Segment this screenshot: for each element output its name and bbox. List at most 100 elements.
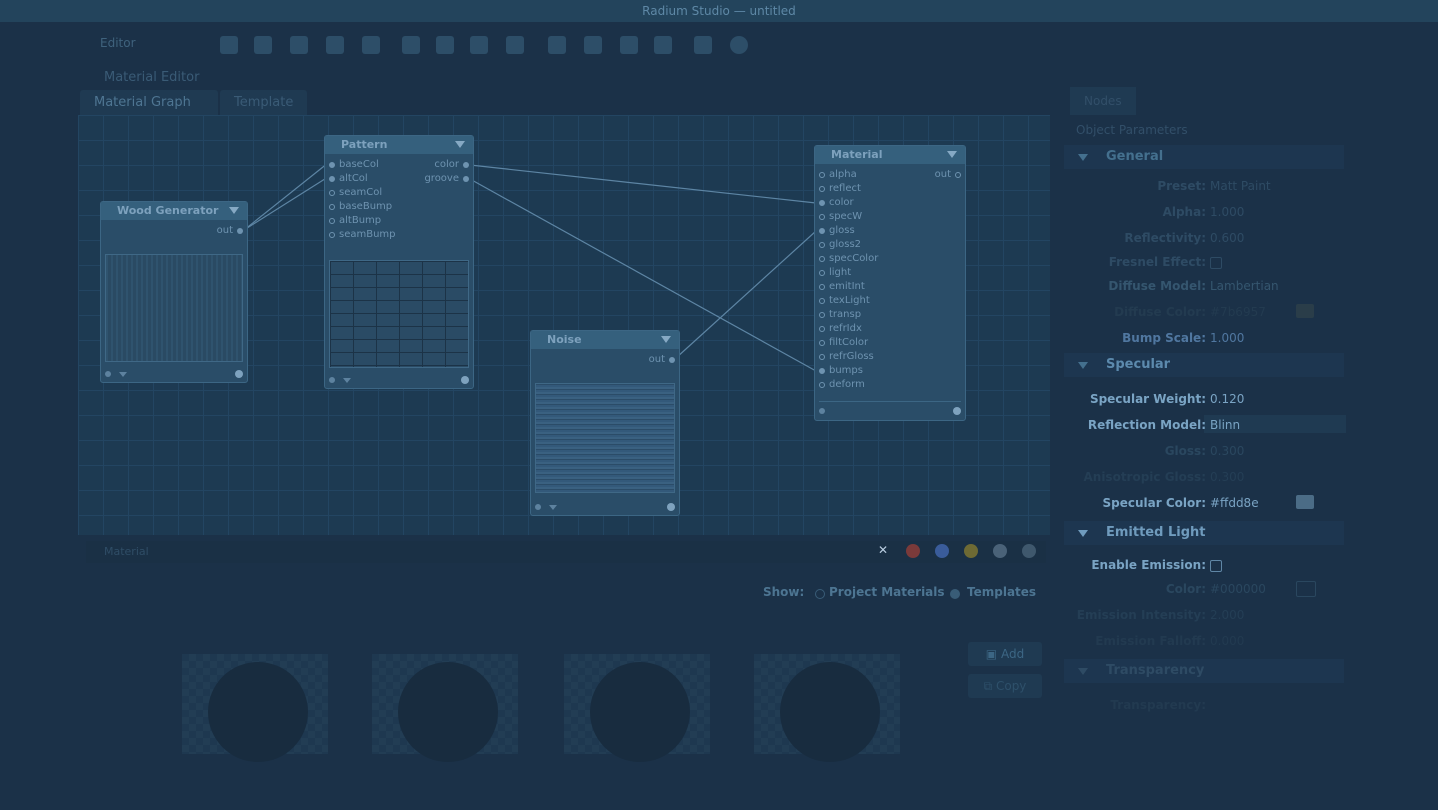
port-in[interactable]: alpha <box>815 168 915 182</box>
node-wood-generator[interactable]: Wood Generator out <box>100 201 248 383</box>
layout-icon[interactable] <box>584 36 602 54</box>
collapse-icon[interactable] <box>229 207 239 214</box>
tab-material-graph[interactable]: Material Graph <box>80 90 218 116</box>
port-in[interactable]: gloss <box>815 224 915 238</box>
material-sphere <box>780 662 880 762</box>
frame-icon[interactable] <box>654 36 672 54</box>
cube-icon[interactable] <box>402 36 420 54</box>
reflectivity-input[interactable]: 0.600 <box>1210 231 1244 245</box>
radio-templates[interactable] <box>950 589 960 599</box>
port-out[interactable]: out <box>101 224 247 238</box>
collapse-icon[interactable] <box>455 141 465 148</box>
section-transparency[interactable]: Transparency <box>1064 659 1344 683</box>
node-noise[interactable]: Noise out <box>530 330 680 516</box>
redo-icon[interactable] <box>254 36 272 54</box>
port-in[interactable]: seamBump <box>325 228 405 242</box>
bump-scale-input[interactable]: 1.000 <box>1210 331 1244 345</box>
undo-icon[interactable] <box>220 36 238 54</box>
add-button[interactable]: ▣ Add <box>968 642 1042 666</box>
emission-checkbox[interactable] <box>1210 560 1222 572</box>
node-title: Pattern <box>325 136 473 154</box>
collapse-icon[interactable] <box>947 151 957 158</box>
tab-nodes[interactable]: Nodes <box>1070 87 1136 115</box>
node-delete-icon[interactable] <box>326 36 344 54</box>
editor-mode-selector[interactable]: Editor <box>100 36 136 50</box>
gloss-input[interactable]: 0.300 <box>1210 444 1244 458</box>
material-search[interactable]: Material <box>86 541 1046 563</box>
close-icon[interactable]: ✕ <box>878 543 888 557</box>
globe-icon[interactable] <box>730 36 748 54</box>
port-in[interactable]: specColor <box>815 252 915 266</box>
node-pattern[interactable]: Pattern baseCol altCol seamCol baseBump … <box>324 135 474 389</box>
material-thumbnail[interactable] <box>182 654 328 762</box>
node-material[interactable]: Material out alpha reflect color specW g… <box>814 145 966 421</box>
port-in[interactable]: altBump <box>325 214 405 228</box>
node-add-icon[interactable] <box>290 36 308 54</box>
specular-color-input[interactable]: #ffdd8e <box>1210 496 1259 510</box>
row-emission-falloff: Emission Falloff: 0.000 <box>1095 634 1245 648</box>
option-project-materials[interactable]: Project Materials <box>829 585 945 599</box>
diffuse-color-swatch[interactable] <box>1296 304 1314 318</box>
specular-weight-input[interactable]: 0.120 <box>1210 392 1244 406</box>
port-in[interactable]: baseCol <box>325 158 405 172</box>
preset-select[interactable]: Matt Paint <box>1210 179 1271 193</box>
tab-template[interactable]: Template <box>220 90 308 116</box>
split-icon[interactable] <box>620 36 638 54</box>
color-swatch-gray-2[interactable] <box>1022 544 1036 558</box>
row-alpha: Alpha: 1.000 <box>1162 205 1245 219</box>
search-input[interactable]: Material <box>104 545 149 558</box>
port-out[interactable]: color <box>403 158 473 172</box>
fresnel-checkbox[interactable] <box>1210 257 1222 269</box>
material-thumbnail[interactable] <box>564 654 710 762</box>
color-swatch-red[interactable] <box>906 544 920 558</box>
emission-color-swatch[interactable] <box>1296 581 1316 597</box>
port-in[interactable]: filtColor <box>815 336 915 350</box>
port-out[interactable]: out <box>531 353 679 367</box>
color-swatch-yellow[interactable] <box>964 544 978 558</box>
port-in[interactable]: light <box>815 266 915 280</box>
material-thumbnail[interactable] <box>754 654 900 762</box>
section-specular[interactable]: Specular <box>1064 353 1344 377</box>
camera-icon[interactable] <box>694 36 712 54</box>
material-thumbnail[interactable] <box>372 654 518 762</box>
row-transparency: Transparency: <box>1110 698 1206 712</box>
diffuse-model-select[interactable]: Lambertian <box>1210 279 1279 293</box>
color-swatch-blue[interactable] <box>935 544 949 558</box>
specular-color-swatch[interactable] <box>1296 495 1314 509</box>
collapse-icon[interactable] <box>661 336 671 343</box>
copy-button[interactable]: ⧉ Copy <box>968 674 1042 698</box>
sphere-icon[interactable] <box>436 36 454 54</box>
port-in[interactable]: refrIdx <box>815 322 915 336</box>
link-icon[interactable] <box>362 36 380 54</box>
port-in[interactable]: bumps <box>815 364 915 378</box>
port-in[interactable]: altCol <box>325 172 405 186</box>
port-in[interactable]: specW <box>815 210 915 224</box>
port-out[interactable]: groove <box>403 172 473 186</box>
port-in[interactable]: texLight <box>815 294 915 308</box>
diffuse-color-input[interactable]: #7b6957 <box>1210 305 1266 319</box>
radio-project-materials[interactable] <box>815 589 825 599</box>
port-in[interactable]: gloss2 <box>815 238 915 252</box>
section-emitted-light[interactable]: Emitted Light <box>1064 521 1344 545</box>
port-in[interactable]: transp <box>815 308 915 322</box>
color-swatch-gray[interactable] <box>993 544 1007 558</box>
alpha-input[interactable]: 1.000 <box>1210 205 1244 219</box>
port-in[interactable]: color <box>815 196 915 210</box>
port-in[interactable]: refrGloss <box>815 350 915 364</box>
grid-icon[interactable] <box>548 36 566 54</box>
port-in[interactable]: emitInt <box>815 280 915 294</box>
port-in[interactable]: reflect <box>815 182 915 196</box>
aniso-gloss-input[interactable]: 0.300 <box>1210 470 1244 484</box>
emission-color-input[interactable]: #000000 <box>1210 582 1266 596</box>
plane-icon[interactable] <box>506 36 524 54</box>
section-general[interactable]: General <box>1064 145 1344 169</box>
material-sphere <box>208 662 308 762</box>
port-in[interactable]: seamCol <box>325 186 405 200</box>
port-in[interactable]: baseBump <box>325 200 405 214</box>
emission-falloff-input[interactable]: 0.000 <box>1210 634 1244 648</box>
port-in[interactable]: deform <box>815 378 915 392</box>
cylinder-icon[interactable] <box>470 36 488 54</box>
option-templates[interactable]: Templates <box>967 585 1036 599</box>
node-graph[interactable]: Wood Generator out Pattern baseCol altCo… <box>78 115 1050 535</box>
emission-intensity-input[interactable]: 2.000 <box>1210 608 1244 622</box>
